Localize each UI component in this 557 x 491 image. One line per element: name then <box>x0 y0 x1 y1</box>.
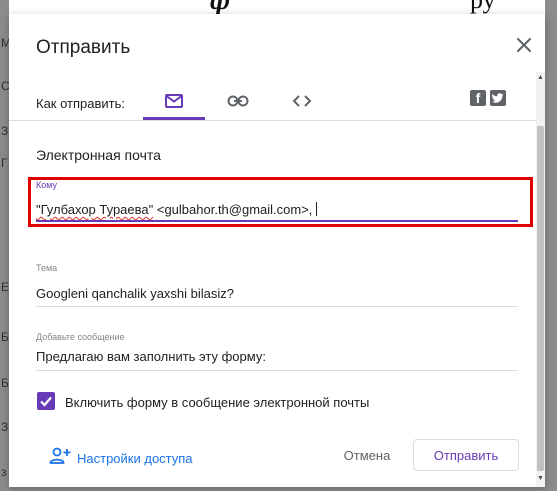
text-cursor <box>316 202 318 216</box>
section-title: Электронная почта <box>36 147 161 163</box>
to-field-underline <box>36 220 518 222</box>
cancel-button[interactable]: Отмена <box>329 439 405 471</box>
access-settings-button[interactable]: Настройки доступа <box>49 445 193 471</box>
scrollbar-thumb[interactable] <box>537 126 544 471</box>
embed-code-icon <box>292 94 312 113</box>
send-form-dialog: Отправить Как отправить: f Электронная п… <box>9 14 545 487</box>
access-settings-label: Настройки доступа <box>77 450 193 466</box>
send-via-label: Как отправить: <box>36 96 126 111</box>
include-form-checkbox[interactable] <box>37 392 55 410</box>
to-field[interactable]: "Гулбахор Тураева" <gulbahor.th@gmail.co… <box>36 202 318 217</box>
message-field-label: Добавьте сообщение <box>36 332 125 342</box>
subject-field-label: Тема <box>36 263 58 273</box>
to-field-label: Кому <box>36 180 58 190</box>
recipient-address: <gulbahor.th@gmail.com>, <box>153 202 313 217</box>
background-letter: з <box>1 465 7 479</box>
background-text: ру <box>470 0 496 14</box>
background-overlay-bottom <box>0 487 557 491</box>
subject-field[interactable]: Googleni qanchalik yaxshi bilasiz? <box>36 286 234 301</box>
send-button[interactable]: Отправить <box>413 439 519 471</box>
tab-link[interactable] <box>207 86 269 120</box>
scroll-down-arrow-icon[interactable]: ▼ <box>537 475 544 482</box>
email-icon <box>164 93 184 114</box>
background-text: ф <box>210 0 231 14</box>
divider <box>9 120 545 121</box>
check-icon <box>40 396 52 407</box>
background-letter: Б <box>1 330 9 344</box>
background-page-top: ф ру <box>0 0 557 14</box>
tab-email[interactable] <box>143 86 205 120</box>
background-letter: Г <box>1 156 8 170</box>
close-icon[interactable] <box>515 36 533 54</box>
include-form-label: Включить форму в сообщение электронной п… <box>65 395 370 410</box>
link-icon <box>227 94 249 112</box>
subject-field-underline <box>36 306 518 307</box>
facebook-icon[interactable]: f <box>470 90 486 106</box>
twitter-icon[interactable] <box>490 90 506 106</box>
message-field-underline <box>36 370 518 371</box>
background-letter: Е <box>1 280 10 294</box>
add-person-icon <box>49 447 71 470</box>
recipient-name: "Гулбахор Тураева" <box>36 202 154 217</box>
message-field[interactable]: Предлагаю вам заполнить эту форму: <box>36 349 266 364</box>
background-overlay-left: М С З Г Е Б Б З з <box>0 0 11 491</box>
background-letter: Б <box>1 376 9 390</box>
background-letter: З <box>1 124 9 138</box>
dialog-title: Отправить <box>36 37 131 58</box>
background-overlay-right <box>545 0 557 491</box>
tab-embed[interactable] <box>271 86 333 120</box>
background-letter: З <box>1 420 9 434</box>
scroll-up-arrow-icon[interactable]: ▲ <box>537 74 544 81</box>
